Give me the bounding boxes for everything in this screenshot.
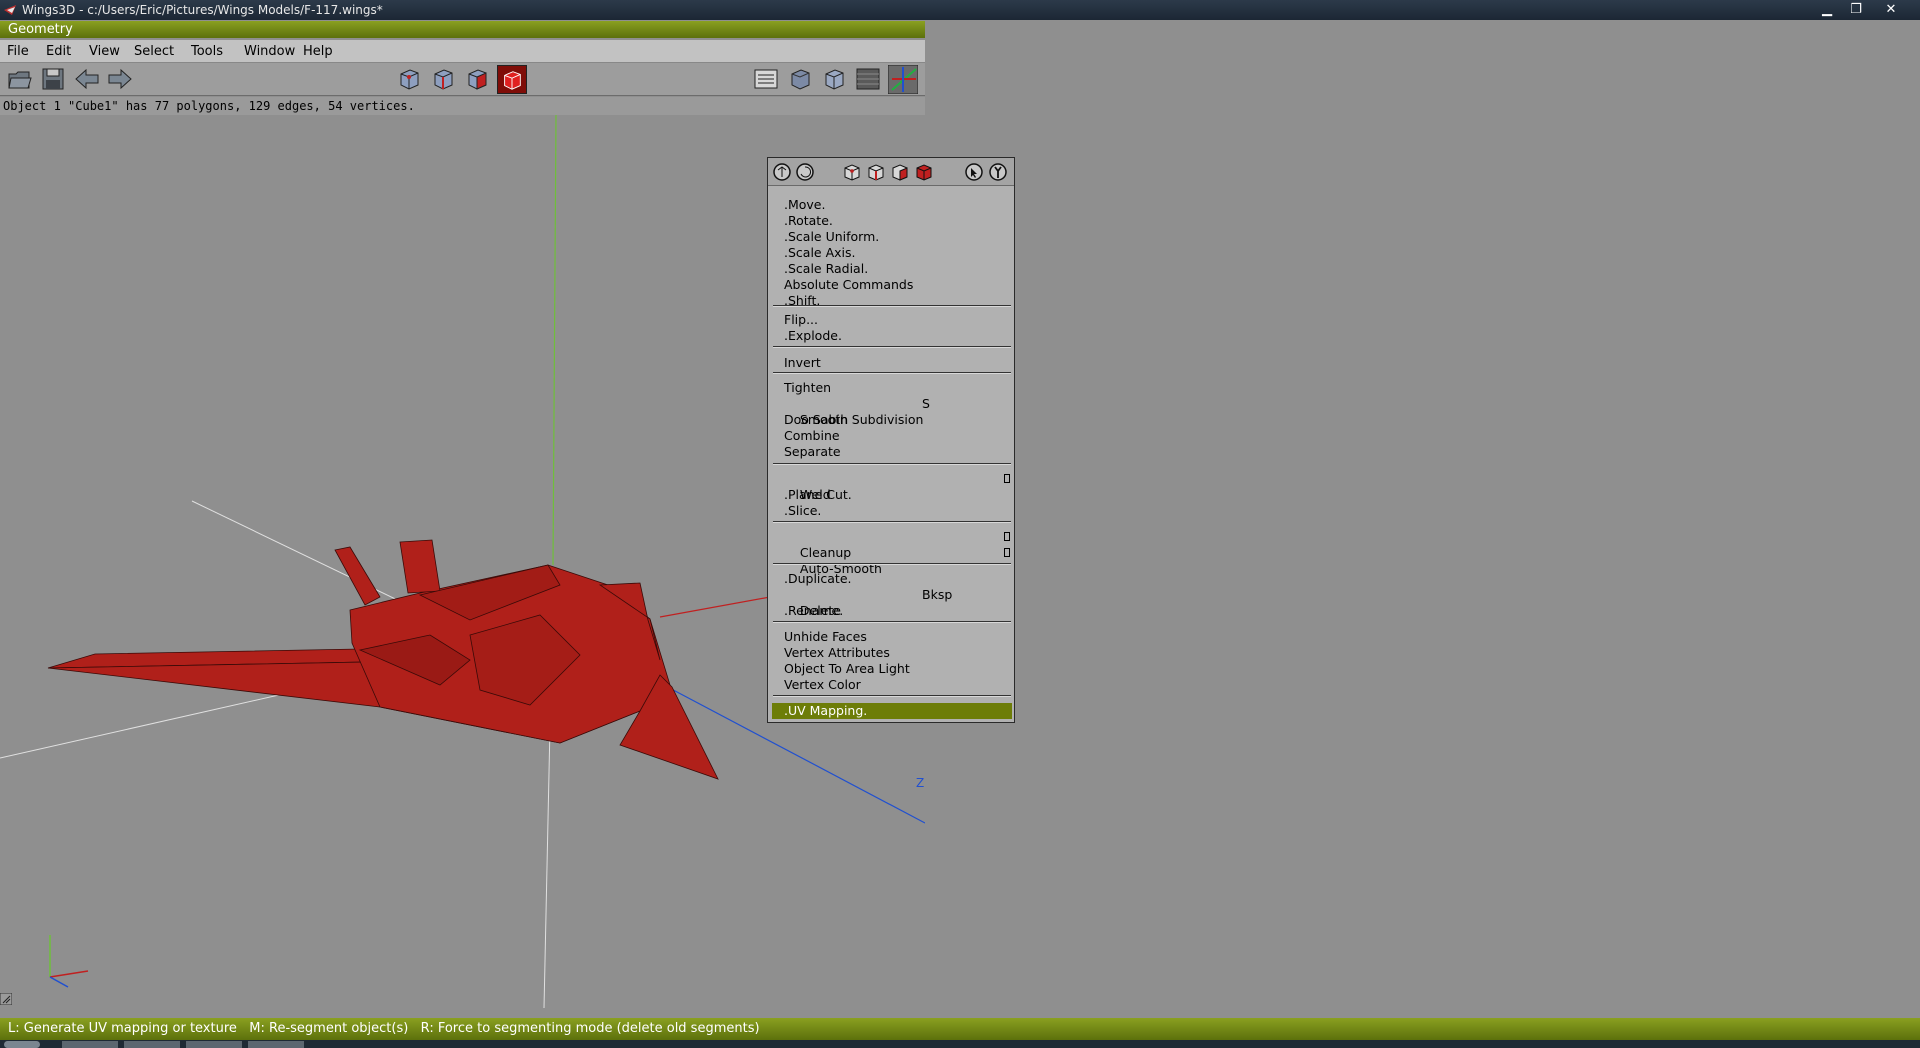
body-mode-button[interactable] — [497, 65, 527, 94]
y-axis-line — [552, 115, 557, 566]
menu-item-slice[interactable]: .Slice. — [772, 503, 1012, 519]
toolbar — [0, 63, 925, 96]
redo-icon[interactable] — [107, 66, 133, 92]
menu-select[interactable]: Select — [134, 44, 174, 59]
save-icon[interactable] — [40, 66, 66, 92]
cursor-help-icon[interactable] — [964, 162, 984, 182]
menu-separator — [773, 346, 1011, 348]
wings3d-app-icon — [4, 5, 16, 15]
viewport-axis-indicator — [49, 935, 89, 988]
face-select-icon[interactable] — [890, 162, 910, 182]
menu-item-cleanup[interactable]: Cleanup — [772, 529, 1012, 560]
menu-item-vertex-attributes[interactable]: Vertex Attributes — [772, 645, 1012, 661]
menu-item-combine[interactable]: Combine — [772, 428, 1012, 444]
settings-icon[interactable] — [988, 162, 1008, 182]
menu-item-object-to-area-light[interactable]: Object To Area Light — [772, 661, 1012, 677]
option-box-icon[interactable] — [1004, 474, 1010, 483]
menu-item-auto-smooth[interactable]: Auto-Smooth — [772, 545, 1012, 576]
z-axis-label: Z — [916, 776, 924, 790]
menu-item-move[interactable]: .Move. — [772, 197, 1012, 213]
menu-separator — [773, 521, 1011, 523]
menu-separator — [773, 463, 1011, 465]
taskbar-item[interactable] — [124, 1041, 180, 1048]
resize-grip-icon[interactable] — [0, 993, 12, 1005]
taskbar-item[interactable] — [248, 1041, 304, 1048]
menu-item-explode[interactable]: .Explode. — [772, 328, 1012, 344]
menu-item-invert[interactable]: Invert — [772, 355, 1012, 371]
menu-item-shortcut: S — [922, 396, 930, 411]
edge-select-icon[interactable] — [866, 162, 886, 182]
axes-icon[interactable] — [888, 65, 918, 94]
taskbar-item[interactable] — [186, 1041, 242, 1048]
menu-tools[interactable]: Tools — [191, 44, 223, 59]
menu-item-shortcut: Bksp — [922, 587, 953, 602]
open-icon[interactable] — [7, 66, 33, 92]
smooth-preview-icon[interactable] — [787, 66, 813, 92]
vertex-select-icon[interactable] — [842, 162, 862, 182]
menu-help[interactable]: Help — [303, 44, 333, 59]
menu-item-vertex-color[interactable]: Vertex Color — [772, 677, 1012, 693]
context-menu-header — [768, 158, 1014, 186]
menu-item-tighten[interactable]: Tighten — [772, 380, 1012, 396]
option-box-icon[interactable] — [1004, 532, 1010, 541]
menu-separator — [773, 563, 1011, 565]
menu-item-rotate[interactable]: .Rotate. — [772, 213, 1012, 229]
menu-item-rename[interactable]: .Rename. — [772, 603, 1012, 619]
f117-model — [47, 539, 719, 780]
minimize-button[interactable]: ▁ — [1816, 0, 1838, 20]
rotate-right-icon[interactable] — [795, 162, 815, 182]
menu-item-absolute-commands[interactable]: Absolute Commands — [772, 277, 1012, 293]
status-bar: L: Generate UV mapping or texture M: Re-… — [0, 1018, 1920, 1040]
menu-item-scale-uniform[interactable]: .Scale Uniform. — [772, 229, 1012, 245]
taskbar-item[interactable] — [62, 1041, 118, 1048]
menu-item-delete[interactable]: Delete Bksp — [772, 587, 1012, 618]
geometry-window-title[interactable]: Geometry — [0, 21, 925, 38]
menu-item-doo-sabin[interactable]: Doo Sabin Subdivision — [772, 412, 1012, 428]
menu-window[interactable]: Window — [244, 44, 295, 59]
taskbar — [0, 1040, 1920, 1048]
body-select-icon[interactable] — [914, 162, 934, 182]
context-menu: .Move. .Rotate. .Scale Uniform. .Scale A… — [767, 157, 1015, 723]
menu-item-smooth[interactable]: Smooth S — [772, 396, 1012, 427]
window-title: Wings3D - c:/Users/Eric/Pictures/Wings M… — [22, 3, 383, 17]
face-mode-icon[interactable] — [464, 66, 490, 92]
groundplane-icon[interactable] — [855, 66, 881, 92]
menu-item-scale-radial[interactable]: .Scale Radial. — [772, 261, 1012, 277]
close-button[interactable]: ✕ — [1880, 0, 1902, 20]
body-mode-icon — [504, 71, 521, 90]
undo-icon[interactable] — [74, 66, 100, 92]
menu-item-unhide-faces[interactable]: Unhide Faces — [772, 629, 1012, 645]
menu-item-duplicate[interactable]: .Duplicate. — [772, 571, 1012, 587]
menu-item-plane-cut[interactable]: .Plane Cut. — [772, 487, 1012, 503]
option-box-icon[interactable] — [1004, 548, 1010, 557]
vertex-mode-icon[interactable] — [396, 66, 422, 92]
menu-separator — [773, 372, 1011, 374]
workmode-icon[interactable] — [753, 66, 779, 92]
menu-item-flip[interactable]: Flip... — [772, 312, 1012, 328]
os-titlebar: Wings3D - c:/Users/Eric/Pictures/Wings M… — [0, 0, 1920, 20]
wireframe-icon[interactable] — [821, 66, 847, 92]
menu-item-weld[interactable]: Weld — [772, 471, 1012, 502]
x-axis-line — [659, 596, 771, 618]
rotate-left-icon[interactable] — [772, 162, 792, 182]
menu-separator — [773, 621, 1011, 623]
menu-separator — [773, 695, 1011, 697]
menu-item-separate[interactable]: Separate — [772, 444, 1012, 460]
menu-item-scale-axis[interactable]: .Scale Axis. — [772, 245, 1012, 261]
object-info: Object 1 "Cube1" has 77 polygons, 129 ed… — [0, 97, 925, 115]
menubar: File Edit View Select Tools Window Help — [0, 40, 925, 63]
maximize-button[interactable]: ❐ — [1845, 0, 1867, 20]
menu-edit[interactable]: Edit — [46, 44, 71, 59]
menu-view[interactable]: View — [89, 44, 120, 59]
edge-mode-icon[interactable] — [430, 66, 456, 92]
menu-file[interactable]: File — [7, 44, 29, 59]
start-button[interactable] — [4, 1041, 40, 1048]
menu-separator — [773, 305, 1011, 307]
menu-item-uv-mapping[interactable]: .UV Mapping. — [772, 703, 1012, 719]
